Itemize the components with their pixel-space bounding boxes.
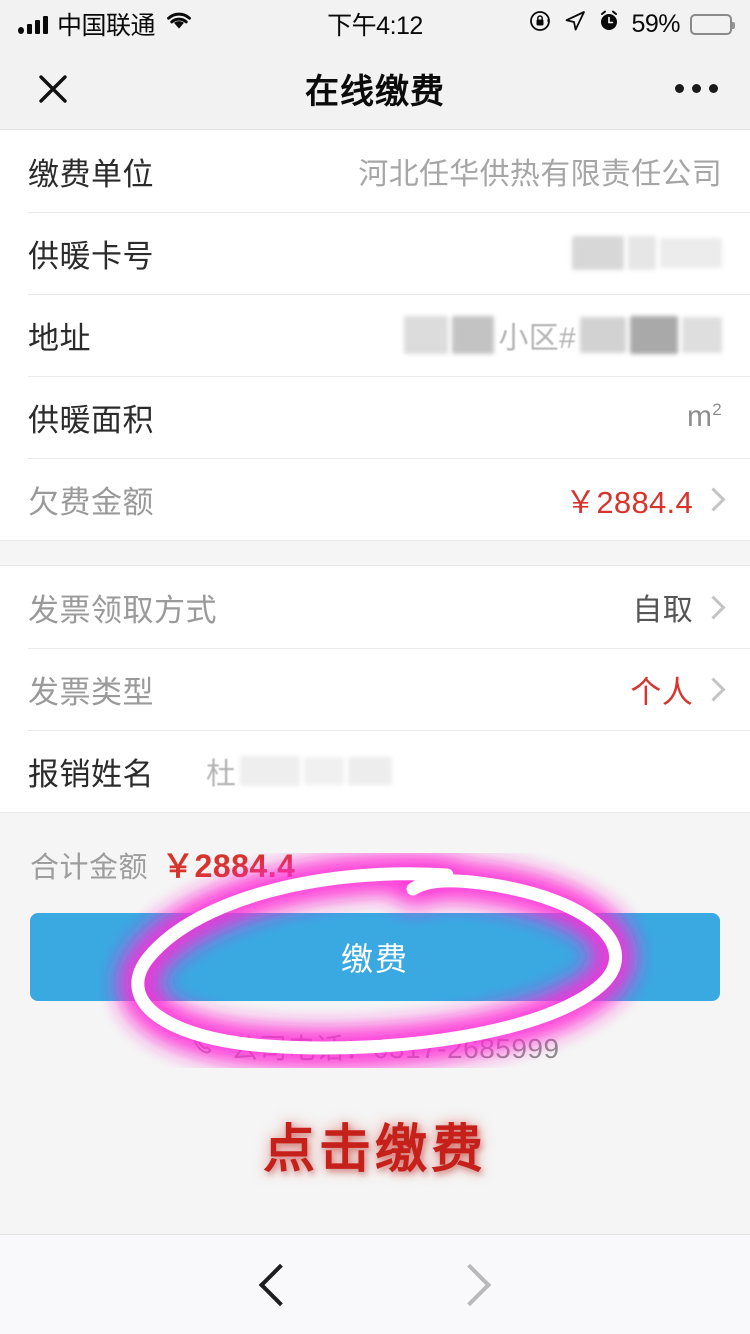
row-label: 供暖卡号 bbox=[28, 238, 154, 274]
company-phone-line[interactable]: 公司电话：0317-2685999 bbox=[0, 1027, 750, 1067]
redacted-block bbox=[240, 756, 300, 786]
row-value-invoice-delivery: 自取 bbox=[632, 594, 693, 627]
row-label: 供暖面积 bbox=[28, 402, 154, 438]
redacted-block bbox=[572, 236, 624, 270]
title-bar: 在线缴费 bbox=[0, 48, 750, 130]
address-visible-fragment: 小区# bbox=[498, 322, 576, 355]
row-invoice-type[interactable]: 发票类型 个人 bbox=[0, 648, 750, 730]
row-amount-due[interactable]: 欠费金额 ￥2884.4 bbox=[0, 458, 750, 540]
row-heating-area: 供暖面积 m2 bbox=[0, 376, 750, 458]
alarm-clock-icon bbox=[597, 9, 621, 40]
rotation-lock-icon bbox=[529, 9, 553, 40]
redacted-block bbox=[580, 317, 626, 353]
battery-icon bbox=[690, 13, 736, 35]
redacted-block bbox=[404, 316, 449, 354]
total-line: 合计金额 ￥2884.4 bbox=[0, 831, 750, 887]
redacted-block bbox=[628, 236, 656, 270]
pay-button[interactable]: 缴费 bbox=[30, 913, 720, 1001]
chevron-right-icon[interactable] bbox=[448, 1263, 492, 1306]
reimbursement-name-visible-fragment: 杜 bbox=[206, 758, 236, 791]
row-value-address: 小区# bbox=[404, 313, 722, 357]
wifi-icon bbox=[164, 10, 194, 39]
pay-button-label: 缴费 bbox=[340, 941, 409, 977]
row-invoice-delivery[interactable]: 发票领取方式 自取 bbox=[0, 566, 750, 648]
reimbursement-name-input[interactable]: 杜 bbox=[206, 749, 392, 793]
row-label: 缴费单位 bbox=[28, 156, 154, 192]
row-label: 地址 bbox=[28, 320, 91, 356]
redacted-block bbox=[452, 316, 495, 354]
row-payment-unit: 缴费单位 河北任华供热有限责任公司 bbox=[0, 130, 750, 212]
row-label: 欠费金额 bbox=[28, 484, 154, 520]
row-value-heating-area: m2 bbox=[687, 400, 722, 434]
section-divider bbox=[0, 540, 750, 566]
phone-screen: 中国联通 下午4:12 59% 在线缴费 缴费单位 河北任华供热有限责任公司 供… bbox=[0, 0, 750, 1334]
status-bar-right: 59% bbox=[423, 9, 736, 40]
redacted-block bbox=[304, 757, 344, 785]
close-icon[interactable] bbox=[30, 66, 76, 112]
content-area: 缴费单位 河北任华供热有限责任公司 供暖卡号 地址 小区# 供暖面积 m2 欠费… bbox=[0, 130, 750, 1234]
form-card-invoice: 发票领取方式 自取 发票类型 个人 报销姓名 杜 bbox=[0, 566, 750, 812]
status-bar-time: 下午4:12 bbox=[327, 12, 423, 40]
chevron-right-icon bbox=[701, 594, 726, 620]
chevron-left-icon[interactable] bbox=[258, 1263, 302, 1306]
status-bar-left: 中国联通 bbox=[18, 6, 327, 42]
status-bar: 中国联通 下午4:12 59% bbox=[0, 0, 750, 48]
redacted-block bbox=[682, 317, 722, 353]
row-label: 发票类型 bbox=[28, 674, 154, 710]
payment-area: 合计金额 ￥2884.4 缴费 公司电话：0317-2685999 点击缴费 bbox=[0, 812, 750, 1234]
total-amount-value: ￥2884.4 bbox=[162, 848, 296, 884]
row-label: 报销姓名 bbox=[28, 756, 154, 792]
form-card-account: 缴费单位 河北任华供热有限责任公司 供暖卡号 地址 小区# 供暖面积 m2 欠费… bbox=[0, 130, 750, 540]
page-title: 在线缴费 bbox=[305, 73, 445, 111]
redacted-block bbox=[630, 316, 678, 354]
unit-square-meter-label: m2 bbox=[686, 400, 722, 433]
browser-bottom-nav bbox=[0, 1234, 750, 1334]
company-phone-text: 公司电话：0317-2685999 bbox=[230, 1033, 560, 1064]
battery-percent-label: 59% bbox=[631, 9, 681, 38]
more-dots-icon[interactable] bbox=[673, 76, 720, 101]
row-value-payment-unit: 河北任华供热有限责任公司 bbox=[358, 158, 722, 191]
row-address: 地址 小区# bbox=[0, 294, 750, 376]
row-value-amount-due: ￥2884.4 bbox=[565, 484, 693, 520]
row-value-invoice-type: 个人 bbox=[630, 674, 693, 710]
total-amount-label: 合计金额 bbox=[30, 852, 149, 884]
redacted-block bbox=[660, 238, 722, 268]
annotation-click-to-pay-text: 点击缴费 bbox=[262, 1120, 487, 1180]
location-arrow-icon bbox=[563, 9, 587, 40]
phone-call-icon bbox=[190, 1029, 220, 1066]
row-reimbursement-name[interactable]: 报销姓名 杜 bbox=[0, 730, 750, 812]
row-value-heating-card-number bbox=[572, 236, 722, 270]
row-label: 发票领取方式 bbox=[28, 592, 217, 628]
row-heating-card-number: 供暖卡号 bbox=[0, 212, 750, 294]
carrier-label: 中国联通 bbox=[57, 12, 156, 40]
chevron-right-icon bbox=[701, 486, 726, 512]
chevron-right-icon bbox=[701, 676, 726, 702]
redacted-block bbox=[348, 757, 392, 785]
signal-bars-icon bbox=[18, 14, 48, 34]
